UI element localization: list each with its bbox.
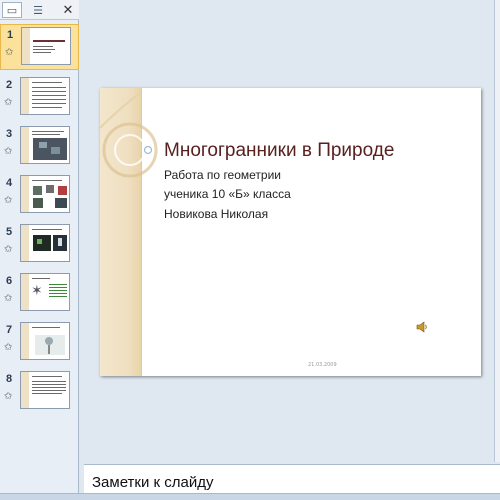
thumbnail-image — [21, 27, 71, 65]
thumbnail-number: 6 — [6, 275, 13, 287]
star-icon: ✩ — [5, 47, 14, 58]
thumbnail-number: 3 — [6, 128, 13, 140]
thumbnail-image — [20, 77, 70, 115]
speaker-icon[interactable] — [416, 321, 428, 333]
vertical-scrollbar[interactable] — [494, 0, 500, 462]
slides-panel: ▭ ☰ ✕ 1 ✩ 2 ✩ 3 ✩ 4 ✩ 5 ✩ 6 ✩ ✶ 7 ✩ 8 ✩ — [0, 0, 79, 493]
thumbnail-slide-1[interactable]: 1 ✩ — [0, 24, 79, 70]
slides-tab-icon: ▭ — [6, 3, 18, 17]
thumbnail-slide-2[interactable]: 2 ✩ — [0, 75, 79, 121]
thumbnail-image — [20, 322, 70, 360]
thumbnail-number: 1 — [7, 29, 14, 41]
star-icon: ✩ — [4, 391, 13, 402]
star-icon: ✩ — [4, 293, 13, 304]
thumbnail-slide-7[interactable]: 7 ✩ — [0, 320, 79, 366]
thumbnail-number: 2 — [6, 79, 13, 91]
thumbnail-number: 8 — [6, 373, 13, 385]
thumbnail-slide-6[interactable]: 6 ✩ ✶ — [0, 271, 79, 317]
thumbnail-slide-3[interactable]: 3 ✩ — [0, 124, 79, 170]
thumbnail-image — [20, 224, 70, 262]
slide-subtitle-line[interactable]: Новикова Николая — [164, 207, 268, 221]
slide-title[interactable]: Многогранники в Природе — [164, 140, 394, 162]
thumbnail-slide-4[interactable]: 4 ✩ — [0, 173, 79, 219]
slide-subtitle-line[interactable]: Работа по геометрии — [164, 168, 281, 182]
thumbnail-number: 4 — [6, 177, 13, 189]
panel-tabs: ▭ ☰ ✕ — [0, 0, 79, 20]
star-icon: ✩ — [4, 342, 13, 353]
outline-tab-icon: ☰ — [33, 3, 43, 17]
thumbnail-image: ✶ — [20, 273, 70, 311]
star-icon: ✩ — [4, 244, 13, 255]
thumbnail-image — [20, 371, 70, 409]
status-bar — [0, 493, 500, 500]
close-icon: ✕ — [62, 2, 74, 18]
star-icon: ✩ — [4, 146, 13, 157]
slides-tab[interactable]: ▭ — [2, 2, 22, 18]
thumbnail-number: 5 — [6, 226, 13, 238]
thumbnail-slide-8[interactable]: 8 ✩ — [0, 369, 79, 415]
thumbnail-image — [20, 126, 70, 164]
slide-subtitle-line[interactable]: ученика 10 «Б» класса — [164, 187, 291, 201]
thumbnail-image — [20, 175, 70, 213]
thumbnail-number: 7 — [6, 324, 13, 336]
notes-placeholder: Заметки к слайду — [92, 474, 214, 491]
outline-tab[interactable]: ☰ — [26, 2, 50, 18]
star-icon: ✩ — [4, 195, 13, 206]
thumbnail-slide-5[interactable]: 5 ✩ — [0, 222, 79, 268]
slide-canvas[interactable]: Многогранники в Природе Работа по геомет… — [100, 88, 481, 376]
slide-date: 21.03.2009 — [308, 362, 337, 368]
star-icon: ✩ — [4, 97, 13, 108]
close-panel-button[interactable]: ✕ — [60, 2, 76, 18]
notes-pane[interactable]: Заметки к слайду — [84, 464, 500, 493]
